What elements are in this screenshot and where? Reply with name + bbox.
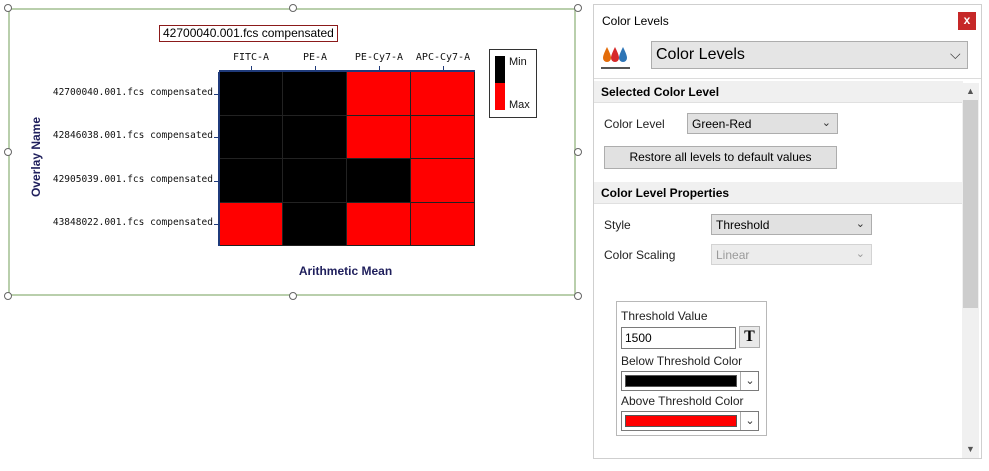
color-scaling-label: Color Scaling xyxy=(604,248,676,262)
resize-handle-bottom-left[interactable] xyxy=(4,292,12,300)
style-select-value: Threshold xyxy=(716,218,770,232)
heatmap-cell[interactable] xyxy=(347,202,411,246)
below-threshold-color-picker[interactable]: ⌄ xyxy=(621,371,759,391)
chevron-down-icon: ⌄ xyxy=(855,218,865,230)
row-label: 42846038.001.fcs compensated xyxy=(52,130,213,142)
heatmap-cell[interactable] xyxy=(219,72,283,116)
heatmap-cell[interactable] xyxy=(283,159,347,203)
heatmap-cell[interactable] xyxy=(219,115,283,159)
panel-header: Color Levels x xyxy=(594,5,981,39)
chevron-down-icon[interactable]: ⌄ xyxy=(740,412,759,430)
resize-handle-top[interactable] xyxy=(289,4,297,12)
color-scaling-select[interactable]: Linear ⌄ xyxy=(711,244,872,265)
close-button[interactable]: x xyxy=(958,12,976,30)
style-select[interactable]: Threshold ⌄ xyxy=(711,214,872,235)
column-label: PE-A xyxy=(302,52,328,63)
heatmap-cell[interactable] xyxy=(347,72,411,116)
x-axis-line xyxy=(219,70,475,72)
style-label: Style xyxy=(604,218,631,232)
legend-max-label: Max xyxy=(509,99,530,111)
resize-handle-right[interactable] xyxy=(574,148,582,156)
resize-handle-left[interactable] xyxy=(4,148,12,156)
section-title: Color Level Properties xyxy=(601,186,730,200)
heatmap-cell[interactable] xyxy=(411,115,475,159)
above-threshold-color-picker[interactable]: ⌄ xyxy=(621,411,759,431)
row-label: 42700040.001.fcs compensated xyxy=(52,86,213,98)
column-label: FITC-A xyxy=(232,52,270,63)
row-label: 43848022.001.fcs compensated xyxy=(52,217,213,229)
column-label: PE-Cy7-A xyxy=(354,52,404,63)
heatmap-cell[interactable] xyxy=(283,72,347,116)
resize-handle-bottom-right[interactable] xyxy=(574,292,582,300)
heatmap-cell[interactable] xyxy=(347,159,411,203)
color-levels-select[interactable]: Color Levels ⌵ xyxy=(651,41,968,69)
color-levels-select-value: Color Levels xyxy=(656,46,745,63)
chevron-down-icon: ⌄ xyxy=(821,117,831,129)
section-title: Selected Color Level xyxy=(601,85,720,99)
heatmap-cell[interactable] xyxy=(219,202,283,246)
color-level-select-value: Green-Red xyxy=(692,117,752,131)
section-header-properties: Color Level Properties xyxy=(594,182,963,204)
chevron-down-icon[interactable]: ⌄ xyxy=(740,372,759,390)
text-format-button[interactable]: T xyxy=(739,326,760,348)
section-header-selected-level: Selected Color Level xyxy=(594,81,963,103)
below-color-swatch xyxy=(625,375,737,387)
color-scaling-select-value: Linear xyxy=(716,248,750,262)
heatmap-cell[interactable] xyxy=(411,159,475,203)
threshold-value-input[interactable] xyxy=(621,327,736,349)
color-levels-panel: Color Levels x Color Levels ⌵ Selected C… xyxy=(593,4,982,459)
legend-min-label: Min xyxy=(509,56,527,68)
x-axis-title: Arithmetic Mean xyxy=(298,264,393,278)
threshold-group: Threshold Value T Below Threshold Color … xyxy=(616,301,767,436)
divider xyxy=(594,78,981,79)
chevron-down-icon: ⌄ xyxy=(855,248,865,260)
y-axis-title: Overlay Name xyxy=(29,116,43,198)
panel-title: Color Levels xyxy=(602,14,669,28)
legend-max-swatch xyxy=(495,83,505,110)
above-color-swatch xyxy=(625,415,737,427)
color-drops-icon xyxy=(601,47,630,69)
heatmap-cell[interactable] xyxy=(283,202,347,246)
chevron-down-icon: ⌵ xyxy=(950,46,961,62)
above-threshold-label: Above Threshold Color xyxy=(621,394,744,408)
legend: Min Max xyxy=(489,49,537,118)
plot-title[interactable]: 42700040.001.fcs compensated xyxy=(159,25,338,42)
scroll-thumb[interactable] xyxy=(963,100,978,308)
column-label: APC-Cy7-A xyxy=(415,52,471,63)
resize-handle-top-right[interactable] xyxy=(574,4,582,12)
panel-scrollbar[interactable]: ▲ ▼ xyxy=(962,83,979,458)
y-axis-line xyxy=(218,72,220,246)
resize-handle-top-left[interactable] xyxy=(4,4,12,12)
heatmap-cell[interactable] xyxy=(219,159,283,203)
color-level-select[interactable]: Green-Red ⌄ xyxy=(687,113,838,134)
scroll-down-icon[interactable]: ▼ xyxy=(962,441,979,458)
threshold-value-label: Threshold Value xyxy=(621,309,708,323)
restore-defaults-button[interactable]: Restore all levels to default values xyxy=(604,146,837,169)
heatmap-cell[interactable] xyxy=(411,202,475,246)
color-level-label: Color Level xyxy=(604,117,665,131)
scroll-up-icon[interactable]: ▲ xyxy=(962,83,979,100)
row-label: 42905039.001.fcs compensated xyxy=(52,173,213,185)
heatmap-cell[interactable] xyxy=(283,115,347,159)
heatmap-cell[interactable] xyxy=(411,72,475,116)
below-threshold-label: Below Threshold Color xyxy=(621,354,743,368)
resize-handle-bottom[interactable] xyxy=(289,292,297,300)
heatmap-cell[interactable] xyxy=(347,115,411,159)
legend-min-swatch xyxy=(495,56,505,83)
